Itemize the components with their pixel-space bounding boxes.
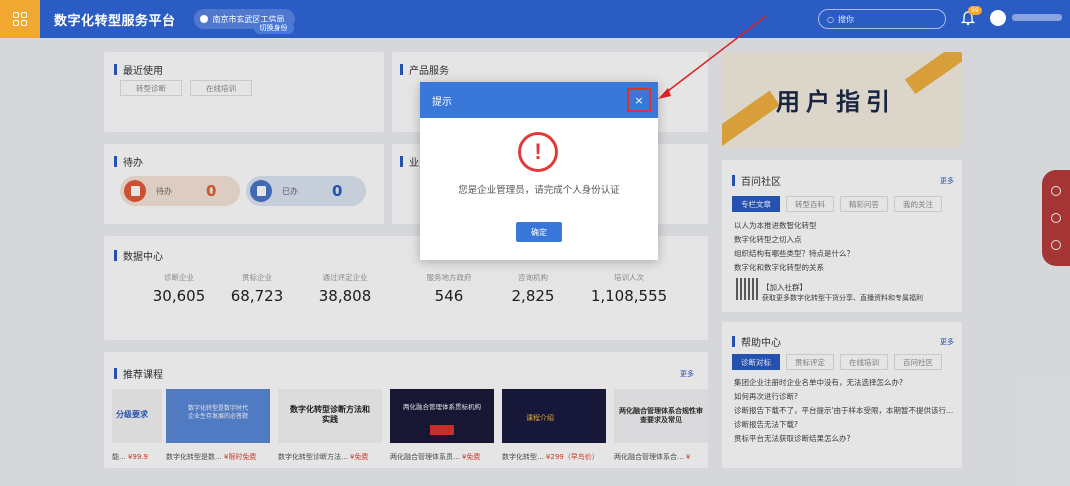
org-selector[interactable]: 南京市玄武区工信局 切换身份 — [193, 9, 295, 34]
warning-icon: ! — [518, 132, 558, 172]
search-input[interactable]: ○ 搜你 — [818, 9, 946, 29]
search-placeholder: 搜你 — [837, 14, 854, 24]
confirm-button[interactable]: 确定 — [516, 222, 562, 242]
search-icon: ○ — [827, 14, 834, 24]
dialog-header: 提示 × — [420, 82, 658, 118]
alert-dialog: 提示 × ! 您是企业管理员，请完成个人身份认证 确定 — [420, 82, 658, 260]
dialog-title: 提示 — [432, 96, 452, 108]
app-title: 数字化转型服务平台 — [54, 13, 176, 29]
apps-grid-icon[interactable] — [0, 0, 40, 38]
close-button[interactable]: × — [627, 88, 651, 112]
switch-identity-tag[interactable]: 切换身份 — [253, 22, 294, 34]
dialog-message: 您是企业管理员，请完成个人身份认证 — [458, 185, 620, 196]
user-name[interactable] — [1012, 14, 1062, 21]
location-icon — [199, 15, 208, 23]
avatar[interactable] — [990, 10, 1006, 26]
notification-badge: 99 — [968, 6, 982, 15]
